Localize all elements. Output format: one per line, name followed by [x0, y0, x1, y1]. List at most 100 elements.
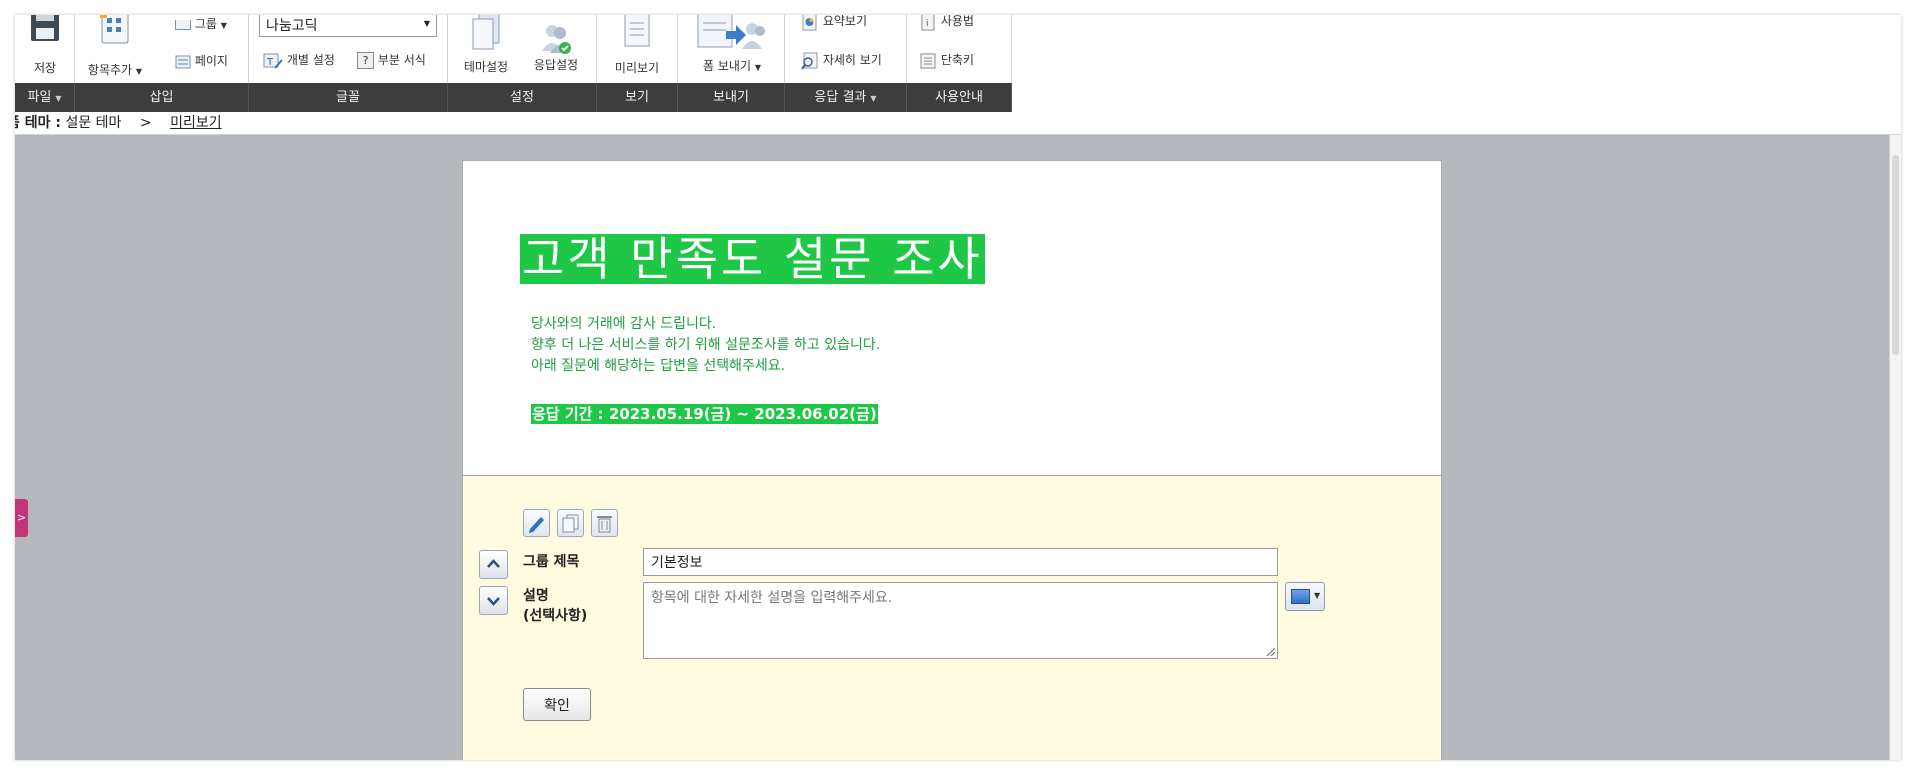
shortcut-button[interactable]: 단축키	[919, 51, 974, 70]
save-label: 저장	[33, 61, 57, 75]
tab-export[interactable]: 보내기	[678, 83, 785, 112]
side-panel-toggle[interactable]: >	[15, 499, 28, 537]
group-editor-panel: 그룹 제목 설명 (선택사항) 항목에 대한 자세한 설명을 입력해주세요. ▼…	[463, 476, 1441, 760]
usage-button[interactable]: i 사용법	[919, 15, 974, 31]
magnifier-document-icon	[801, 52, 818, 70]
tab-label: 보내기	[713, 90, 749, 105]
intro-line: 아래 질문에 해당하는 답변을 선택해주세요.	[531, 358, 786, 374]
ribbon-group-guide: i 사용법 단축키	[907, 15, 1012, 83]
breadcrumb-separator: >	[139, 115, 152, 131]
tab-label: 삽입	[149, 90, 174, 105]
svg-text:T: T	[266, 57, 274, 68]
question-icon: ?	[357, 52, 374, 69]
chevron-down-icon: ▼	[423, 19, 430, 28]
app-window: 저장 항목추가 ▼ 그룹 ▼ 페이지 나눔고딕 ▼ T 개별 설정 ? 부분 서…	[15, 15, 1901, 760]
breadcrumb-theme-link[interactable]: 설문 테마	[65, 115, 121, 131]
tab-label: 파일	[27, 90, 52, 105]
page-button[interactable]: 페이지	[175, 52, 228, 70]
text-edit-icon: T	[263, 53, 283, 69]
ribbon-group-export: 폼 보내기 ▼	[678, 15, 785, 83]
summary-view-button[interactable]: 요약보기	[801, 15, 867, 31]
copy-icon	[562, 514, 579, 533]
document-preview-icon	[624, 15, 650, 47]
response-period: 응답 기간 : 2023.05.19(금) ~ 2023.06.02(금)	[531, 404, 878, 424]
description-placeholder: 항목에 대한 자세한 설명을 입력해주세요.	[651, 590, 893, 606]
send-form-icon	[697, 15, 765, 49]
group-title-label: 그룹 제목	[523, 554, 580, 570]
move-up-button[interactable]	[479, 550, 508, 579]
resize-grip-icon[interactable]	[1266, 647, 1275, 656]
chevron-down-icon: ▼	[754, 63, 761, 72]
chevron-down-icon: ▼	[870, 94, 877, 103]
shortcut-label: 단축키	[940, 53, 974, 67]
confirm-button[interactable]: 확인	[523, 688, 591, 721]
tab-label: 설정	[510, 90, 534, 105]
tab-view[interactable]: 보기	[597, 83, 678, 112]
individual-settings-label: 개별 설정	[286, 53, 335, 67]
preview-canvas: > 고객 만족도 설문 조사 당사와의 거래에 감사 드립니다. 향후 더 나은…	[15, 135, 1901, 760]
keyboard-icon	[920, 53, 936, 68]
ribbon-group-file: 저장	[15, 15, 75, 83]
ribbon-tabs: 파일 ▼ 삽입 글꼴 설정 보기 보내기 응답 결과 ▼ 사용안내	[15, 83, 1012, 112]
chevron-right-icon: >	[16, 511, 27, 524]
intro-line: 향후 더 나은 서비스를 하기 위해 설문조사를 하고 있습니다.	[531, 337, 881, 353]
chevron-down-icon: ▼	[220, 21, 227, 30]
tab-label: 응답 결과	[814, 90, 867, 105]
save-button[interactable]: 저장	[21, 15, 69, 83]
tab-results[interactable]: 응답 결과 ▼	[785, 83, 907, 112]
scrollbar-thumb[interactable]	[1892, 155, 1899, 355]
group-button[interactable]: 그룹 ▼	[175, 15, 227, 32]
summary-view-label: 요약보기	[822, 15, 867, 28]
theme-settings-button[interactable]: 테마설정	[456, 15, 516, 83]
description-label-main: 설명	[523, 588, 549, 604]
send-form-button[interactable]: 폼 보내기 ▼	[692, 15, 772, 83]
copy-button[interactable]	[557, 509, 584, 537]
preview-button[interactable]: 미리보기	[607, 15, 667, 83]
description-label: 설명 (선택사항)	[523, 586, 587, 626]
breadcrumb-key: 폼 테마 :	[15, 115, 61, 131]
add-item-grid-icon	[100, 15, 129, 44]
info-book-icon: i	[921, 15, 935, 30]
color-picker-button[interactable]: ▼	[1285, 582, 1325, 611]
chevron-down-icon: ▼	[135, 67, 143, 76]
group-icon	[175, 19, 191, 30]
chevron-down-icon: ▼	[1314, 591, 1321, 600]
partial-format-label: 부분 서식	[377, 53, 426, 67]
usage-label: 사용법	[940, 15, 974, 28]
intro-line: 당사와의 거래에 감사 드립니다.	[531, 316, 717, 332]
tab-font[interactable]: 글꼴	[249, 83, 448, 112]
description-textarea[interactable]: 항목에 대한 자세한 설명을 입력해주세요.	[643, 582, 1278, 659]
font-select-value: 나눔고딕	[266, 18, 318, 34]
response-settings-button[interactable]: 응답설정	[524, 15, 588, 83]
ribbon-group-font: 나눔고딕 ▼ T 개별 설정 ? 부분 서식	[249, 15, 448, 83]
theme-pages-icon	[472, 15, 500, 50]
chevron-down-icon: ▼	[55, 94, 62, 103]
individual-settings-button[interactable]: T 개별 설정	[263, 51, 335, 70]
summary-chart-icon	[802, 15, 817, 30]
tab-file[interactable]: 파일 ▼	[15, 83, 75, 112]
tab-guide[interactable]: 사용안내	[907, 83, 1012, 112]
move-down-button[interactable]	[479, 586, 508, 615]
partial-format-button[interactable]: ? 부분 서식	[357, 51, 426, 69]
users-check-icon	[542, 25, 571, 54]
group-label: 그룹	[194, 17, 217, 31]
survey-form-page: 고객 만족도 설문 조사 당사와의 거래에 감사 드립니다. 향후 더 나은 서…	[462, 160, 1442, 760]
vertical-scrollbar[interactable]	[1889, 135, 1901, 760]
detail-view-label: 자세히 보기	[822, 53, 882, 67]
detail-view-button[interactable]: 자세히 보기	[801, 51, 882, 70]
chevron-up-icon	[487, 559, 500, 568]
edit-button[interactable]	[523, 509, 550, 537]
add-item-button[interactable]: 항목추가 ▼	[85, 15, 145, 83]
ribbon-group-results: 요약보기 자세히 보기	[785, 15, 907, 83]
survey-header[interactable]: 고객 만족도 설문 조사 당사와의 거래에 감사 드립니다. 향후 더 나은 서…	[463, 161, 1441, 476]
tab-insert[interactable]: 삽입	[75, 83, 249, 112]
delete-button[interactable]	[591, 509, 618, 537]
ribbon-group-settings: 테마설정 응답설정	[448, 15, 597, 83]
chevron-down-icon	[487, 597, 500, 606]
group-title-input[interactable]	[643, 548, 1278, 576]
tab-settings[interactable]: 설정	[448, 83, 597, 112]
ribbon-group-view: 미리보기	[597, 15, 678, 83]
breadcrumb-current: 미리보기	[170, 115, 222, 131]
font-select[interactable]: 나눔고딕 ▼	[259, 15, 437, 37]
add-item-label: 항목추가	[87, 63, 133, 77]
